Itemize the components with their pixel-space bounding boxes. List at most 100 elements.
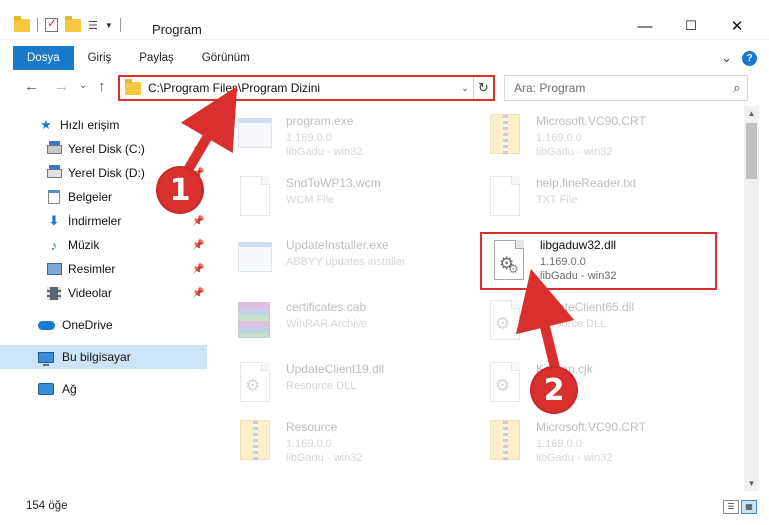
sidebar-item-music[interactable]: ♪ Müzik 📌 <box>0 233 207 257</box>
file-detail: WinRAR Archive <box>286 318 368 330</box>
address-bar[interactable]: C:\Program Files\Program Dizini ⌄ ↻ <box>118 75 495 101</box>
dll-gear-icon: ⚙ <box>482 298 524 346</box>
scroll-up-icon[interactable]: ▲ <box>744 106 759 121</box>
tab-view[interactable]: Görünüm <box>188 46 264 70</box>
sidebar-item-local-disk-c[interactable]: Yerel Disk (C:) 📌 <box>0 137 207 161</box>
sidebar-item-label: OneDrive <box>62 318 113 332</box>
address-path[interactable]: C:\Program Files\Program Dizini <box>148 81 457 95</box>
file-item[interactable]: Microsoft.VC90.CRT 1.169.0.0 libGadu - w… <box>472 414 707 470</box>
star-icon: ★ <box>40 117 52 132</box>
sidebar-item-quick-access[interactable]: ★ Hızlı erişim <box>0 113 207 137</box>
scroll-thumb[interactable] <box>746 123 757 179</box>
folder-icon <box>125 78 141 95</box>
expand-ribbon-icon[interactable]: ⌄ <box>721 50 732 66</box>
up-button[interactable]: ↑ <box>98 78 106 95</box>
zip-folder-icon <box>232 418 274 466</box>
navigation-pane: ★ Hızlı erişim Yerel Disk (C:) 📌 Yerel D… <box>0 110 207 490</box>
search-box[interactable]: Ara: Program ⌕ <box>504 75 748 101</box>
file-name: help.fineReader.txt <box>536 176 637 190</box>
sidebar-item-videos[interactable]: Videolar 📌 <box>0 281 207 305</box>
vertical-scrollbar[interactable]: ▲ ▼ <box>744 106 759 491</box>
file-item[interactable]: ⚙ UpdateClient65.dll Resource DLL <box>472 294 707 350</box>
search-input[interactable]: Ara: Program <box>514 81 727 95</box>
file-name: SndToWP13.wcm <box>286 176 381 190</box>
cab-icon <box>232 298 274 346</box>
file-detail: libGadu - win32 <box>286 452 363 464</box>
generic-file-icon <box>482 174 524 222</box>
toolbar-divider <box>37 18 38 32</box>
sidebar-item-pictures[interactable]: Resimler 📌 <box>0 257 207 281</box>
dll-gear-icon: ⚙ <box>482 360 524 408</box>
documents-icon <box>46 190 62 204</box>
sidebar-item-label: Resimler <box>68 262 116 276</box>
pin-icon: 📌 <box>192 287 205 299</box>
pin-icon: 📌 <box>192 143 205 155</box>
customize-toolbar-icon[interactable]: ☰ <box>88 19 98 32</box>
file-item[interactable]: UpdateInstaller.exe ABBYY updates instal… <box>222 232 457 288</box>
file-detail: 1.169.0.0 <box>536 438 582 450</box>
help-icon[interactable]: ? <box>742 50 757 66</box>
search-icon[interactable]: ⌕ <box>727 80 747 96</box>
file-item[interactable]: ⚙ UpdateClient19.dll Resource DLL <box>222 356 457 412</box>
refresh-button[interactable]: ↻ <box>473 77 493 99</box>
folder-icon[interactable] <box>14 15 30 32</box>
exe-icon <box>232 236 274 284</box>
pin-icon: 📌 <box>192 263 205 275</box>
file-detail: libGadu - win32 <box>536 452 613 464</box>
file-detail: libGadu - win32 <box>540 270 617 282</box>
address-dropdown-icon[interactable]: ⌄ <box>457 83 473 94</box>
file-item[interactable]: certificates.cab WinRAR Archive <box>222 294 457 350</box>
new-folder-icon[interactable] <box>65 15 81 32</box>
zip-folder-icon <box>482 418 524 466</box>
ribbon-tabs: Dosya Giriş Paylaş Görünüm ⌄ ? <box>0 46 769 70</box>
file-name: UpdateClient65.dll <box>536 300 635 314</box>
file-item[interactable]: SndToWP13.wcm WCM File <box>222 170 457 226</box>
zip-folder-icon <box>482 112 524 160</box>
sidebar-item-downloads[interactable]: ⬇ İndirmeler 📌 <box>0 209 207 233</box>
toolbar-divider <box>119 18 121 32</box>
close-button[interactable]: ✕ <box>714 12 760 40</box>
file-name: Resource <box>286 420 338 434</box>
file-item[interactable]: help.fineReader.txt TXT File <box>472 170 707 226</box>
sidebar-item-label: Müzik <box>68 238 100 252</box>
window-title: Program <box>152 22 202 37</box>
exe-icon <box>232 112 274 160</box>
sidebar-item-onedrive[interactable]: OneDrive <box>0 313 207 337</box>
sidebar-item-label: Belgeler <box>68 190 113 204</box>
file-item[interactable]: ⚙ Korean.cjk CJK File <box>472 356 707 412</box>
file-item-highlighted[interactable]: ⚙ ⚙ libgaduw32.dll 1.169.0.0 libGadu - w… <box>480 232 717 290</box>
navigation-bar: ← → ⌄ ↑ C:\Program Files\Program Dizini … <box>0 74 769 102</box>
recent-locations-button[interactable]: ⌄ <box>79 80 87 91</box>
file-item[interactable]: Microsoft.VC90.CRT 1.169.0.0 libGadu - w… <box>472 108 707 164</box>
file-name: UpdateClient19.dll <box>286 362 385 376</box>
details-view-icon[interactable]: ☰ <box>723 500 739 514</box>
forward-button[interactable]: → <box>54 78 69 95</box>
back-button[interactable]: ← <box>24 78 39 95</box>
tab-home[interactable]: Giriş <box>74 46 126 70</box>
file-detail: 1.169.0.0 <box>536 132 582 144</box>
sidebar-item-network[interactable]: Ağ <box>0 377 207 401</box>
tab-file[interactable]: Dosya <box>13 46 74 70</box>
file-item[interactable]: Resource 1.169.0.0 libGadu - win32 <box>222 414 457 470</box>
dll-gear-icon: ⚙ ⚙ <box>486 238 528 286</box>
annotation-badge-1: 1 <box>158 168 202 212</box>
minimize-button[interactable]: — <box>622 12 668 40</box>
maximize-button[interactable]: ☐ <box>668 12 714 40</box>
scroll-down-icon[interactable]: ▼ <box>744 476 759 491</box>
sidebar-item-label: Ağ <box>62 382 77 396</box>
file-detail: 1.169.0.0 <box>540 256 586 268</box>
properties-icon[interactable] <box>45 16 58 32</box>
sidebar-item-label: Hızlı erişim <box>60 118 120 132</box>
file-name: program.exe <box>286 114 354 128</box>
pin-icon: 📌 <box>192 215 205 227</box>
file-item[interactable]: program.exe 1.169.0.0 libGadu - win32 <box>222 108 457 164</box>
tiles-view-icon[interactable]: ▦ <box>741 500 757 514</box>
sidebar-item-label: İndirmeler <box>68 214 122 228</box>
sidebar-item-this-pc[interactable]: Bu bilgisayar <box>0 345 207 369</box>
tab-share[interactable]: Paylaş <box>125 46 188 70</box>
toolbar-dropdown-icon[interactable]: ▼ <box>105 21 113 30</box>
file-detail: libGadu - win32 <box>286 146 363 158</box>
music-icon: ♪ <box>50 237 58 253</box>
drive-icon <box>46 140 62 156</box>
sidebar-item-label: Bu bilgisayar <box>62 350 131 364</box>
